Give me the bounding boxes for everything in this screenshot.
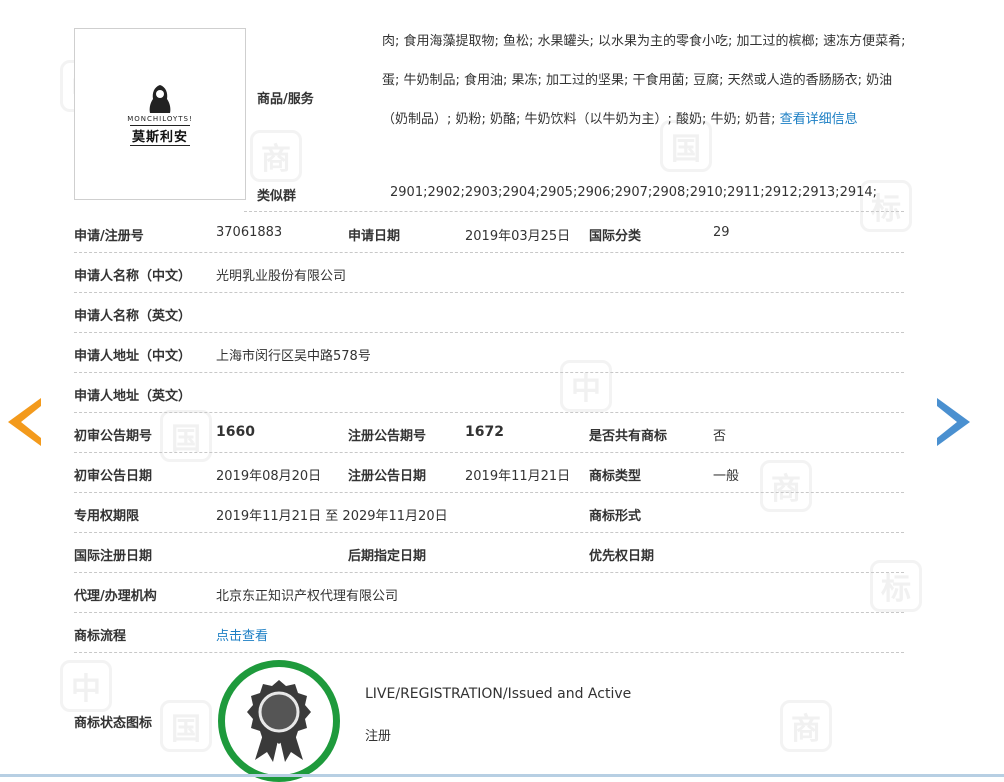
flow-row: 商标流程 点击查看	[74, 612, 904, 653]
applicant-cn-row: 申请人名称（中文） 光明乳业股份有限公司	[74, 252, 904, 293]
address-en-label: 申请人地址（英文）	[74, 389, 192, 404]
intl-dates-row: 国际注册日期 后期指定日期 优先权日期	[74, 532, 904, 573]
prelim-pub-no-label: 初审公告期号	[74, 429, 153, 444]
logo-brand-text: 莫斯利安	[129, 124, 190, 146]
flow-label: 商标流程	[74, 629, 127, 644]
later-designation-label: 后期指定日期	[348, 549, 427, 564]
trademark-logo: MONCHILOYTS! 莫斯利安	[127, 83, 193, 146]
prelim-pub-no-value: 1660	[216, 424, 255, 440]
address-cn-row: 申请人地址（中文） 上海市闵行区吴中路578号	[74, 332, 904, 373]
reg-number-label: 申请/注册号	[74, 229, 144, 244]
exclusive-period-label: 专用权期限	[74, 509, 140, 524]
apply-date-label: 申请日期	[348, 229, 401, 244]
publication-number-row: 初审公告期号 1660 注册公告期号 1672 是否共有商标 否	[74, 412, 904, 453]
agent-row: 代理/办理机构 北京东正知识产权代理有限公司	[74, 572, 904, 613]
publication-date-row: 初审公告日期 2019年08月20日 注册公告日期 2019年11月21日 商标…	[74, 452, 904, 493]
prelim-pub-date-value: 2019年08月20日	[216, 469, 322, 484]
agent-value: 北京东正知识产权代理有限公司	[216, 589, 399, 604]
reg-pub-date-label: 注册公告日期	[348, 469, 427, 484]
status-chinese: 注册	[365, 729, 392, 744]
prelim-pub-date-label: 初审公告日期	[74, 469, 153, 484]
goods-list: 肉; 食用海藻提取物; 鱼松; 水果罐头; 以水果为主的零食小吃; 加工过的槟榔…	[382, 22, 910, 139]
view-flow-link[interactable]: 点击查看	[216, 625, 268, 644]
address-en-row: 申请人地址（英文）	[74, 372, 904, 413]
reg-pub-date-value: 2019年11月21日	[465, 469, 571, 484]
trademark-detail-panel: MONCHILOYTS! 莫斯利安 商品/服务 肉; 食用海藻提取物; 鱼松; …	[0, 0, 1004, 782]
applicant-cn-label: 申请人名称（中文）	[74, 269, 192, 284]
similar-group-value: 2901;2902;2903;2904;2905;2906;2907;2908;…	[390, 185, 878, 200]
address-cn-value: 上海市闵行区吴中路578号	[216, 349, 371, 364]
status-english: LIVE/REGISTRATION/Issued and Active	[365, 686, 632, 702]
prev-arrow-icon[interactable]	[8, 398, 41, 446]
reg-pub-no-value: 1672	[465, 424, 504, 440]
priority-date-label: 优先权日期	[589, 549, 655, 564]
view-details-link[interactable]: 查看详细信息	[780, 112, 858, 127]
logo-arc-text: MONCHILOYTS!	[127, 114, 193, 123]
mark-type-label: 商标类型	[589, 469, 642, 484]
intl-class-label: 国际分类	[589, 229, 642, 244]
exclusive-period-row: 专用权期限 2019年11月21日 至 2029年11月20日 商标形式	[74, 492, 904, 533]
agent-label: 代理/办理机构	[74, 589, 157, 604]
address-cn-label: 申请人地址（中文）	[74, 349, 192, 364]
applicant-en-row: 申请人名称（英文）	[74, 292, 904, 333]
trademark-image: MONCHILOYTS! 莫斯利安	[74, 28, 246, 200]
medal-icon	[247, 680, 311, 762]
status-icon-label: 商标状态图标	[74, 716, 153, 731]
reg-number-value: 37061883	[216, 225, 283, 240]
applicant-en-label: 申请人名称（英文）	[74, 309, 192, 324]
registered-seal-icon	[218, 660, 340, 782]
exclusive-period-value: 2019年11月21日 至 2029年11月20日	[216, 509, 448, 524]
reg-pub-no-label: 注册公告期号	[348, 429, 427, 444]
mark-type-value: 一般	[713, 469, 740, 484]
next-arrow-icon[interactable]	[937, 398, 970, 446]
mark-form-label: 商标形式	[589, 509, 642, 524]
intl-reg-date-label: 国际注册日期	[74, 549, 153, 564]
intl-class-value: 29	[713, 225, 730, 240]
applicant-cn-value: 光明乳业股份有限公司	[216, 269, 347, 284]
goods-label: 商品/服务	[257, 92, 314, 107]
figure-logo-icon	[149, 84, 171, 113]
registration-row: 申请/注册号 37061883 申请日期 2019年03月25日 国际分类 29	[74, 212, 904, 253]
similar-group-label: 类似群	[257, 189, 297, 204]
shared-mark-value: 否	[713, 429, 727, 444]
apply-date-value: 2019年03月25日	[465, 229, 571, 244]
shared-mark-label: 是否共有商标	[589, 429, 668, 444]
